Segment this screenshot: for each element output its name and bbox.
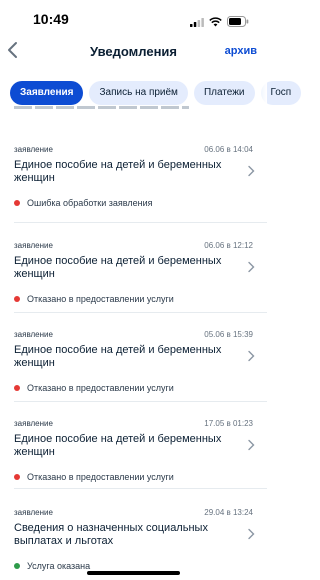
card-status: Ошибка обработки заявления — [14, 198, 152, 208]
home-indicator — [87, 571, 180, 575]
card-title: Единое пособие на детей и беременных жен… — [14, 159, 222, 184]
card-type: заявление — [14, 145, 53, 154]
card-date: 17.05 в 01:23 — [204, 419, 253, 428]
card-type: заявление — [14, 241, 53, 250]
card-date: 29.04 в 13:24 — [204, 508, 253, 517]
notification-card[interactable]: заявление 29.04 в 13:24 Сведения о назна… — [0, 477, 267, 571]
card-status-text: Ошибка обработки заявления — [27, 198, 153, 208]
card-type: заявление — [14, 330, 53, 339]
success-dot-icon — [14, 563, 20, 569]
chevron-right-icon — [247, 438, 255, 451]
wifi-icon — [209, 14, 222, 32]
chevron-right-icon — [247, 527, 255, 540]
card-title: Единое пособие на детей и беременных жен… — [14, 433, 222, 458]
status-icons — [190, 14, 249, 32]
tabs-fade — [255, 78, 267, 108]
chevron-right-icon — [247, 164, 255, 177]
notification-card[interactable]: заявление 06.06 в 12:12 Единое пособие н… — [0, 210, 267, 304]
chevron-right-icon — [247, 349, 255, 362]
chevron-right-icon — [247, 260, 255, 273]
card-type: заявление — [14, 419, 53, 428]
notification-card[interactable]: заявление 06.06 в 14:04 Единое пособие н… — [0, 114, 267, 208]
status-bar: 10:49 — [0, 0, 267, 40]
card-title: Единое пособие на детей и беременных жен… — [14, 255, 222, 280]
cutoff-text — [14, 106, 189, 109]
navigation-header: Уведомления архив — [0, 38, 267, 66]
card-title: Единое пособие на детей и беременных жен… — [14, 344, 222, 369]
card-status: Услуга оказана — [14, 561, 90, 571]
archive-link[interactable]: архив — [225, 45, 257, 57]
tab-appointments[interactable]: Запись на приём — [89, 81, 188, 105]
notification-card[interactable]: заявление 05.06 в 15:39 Единое пособие н… — [0, 299, 267, 393]
signal-icon — [190, 14, 204, 32]
battery-icon — [227, 14, 249, 32]
card-date: 06.06 в 12:12 — [204, 241, 253, 250]
card-type: заявление — [14, 508, 53, 517]
card-date: 05.06 в 15:39 — [204, 330, 253, 339]
cutoff-previous-item — [14, 106, 254, 114]
tab-applications[interactable]: Заявления — [10, 81, 84, 105]
notification-card[interactable]: заявление 17.05 в 01:23 Единое пособие н… — [0, 388, 267, 482]
tab-payments[interactable]: Платежи — [193, 81, 255, 105]
card-title: Сведения о назначенных социальных выплат… — [14, 522, 208, 547]
status-time: 10:49 — [33, 11, 69, 27]
card-date: 06.06 в 14:04 — [204, 145, 253, 154]
error-dot-icon — [14, 200, 20, 206]
card-status-text: Услуга оказана — [27, 561, 91, 571]
